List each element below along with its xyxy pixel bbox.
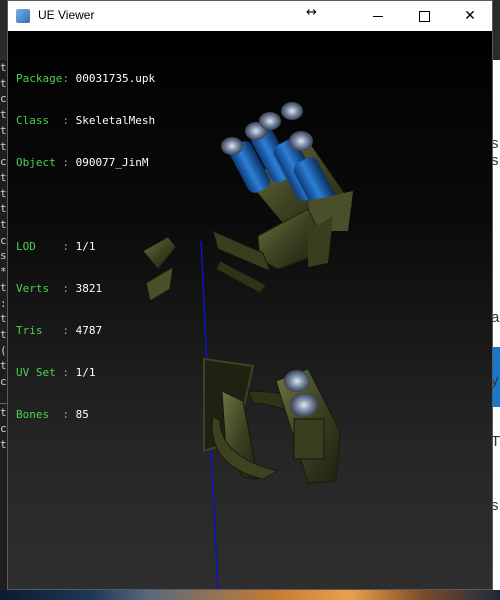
close-button[interactable]: ✕ <box>447 1 493 31</box>
info-row-tris: Tris : 4787 <box>16 324 103 337</box>
title-bar[interactable]: UE Viewer ↔ ✕ <box>8 1 492 31</box>
mesh-info-panel: Package: 00031735.upk Class : SkeletalMe… <box>16 44 155 450</box>
info-row-object: Object : 090077_JinM <box>16 156 149 169</box>
desktop-wallpaper-strip <box>0 590 500 600</box>
resize-cursor-icon: ↔ <box>306 5 317 20</box>
minimize-icon <box>373 15 383 17</box>
strap-pieces-middle <box>142 208 333 302</box>
info-spacer <box>16 198 155 212</box>
info-row-lod: LOD : 1/1 <box>16 240 96 253</box>
ue-viewer-window[interactable]: UE Viewer ↔ ✕ Package: 00031735.upk Clas… <box>7 0 493 590</box>
info-row-bones: Bones : 85 <box>16 408 89 421</box>
3d-viewport[interactable]: Package: 00031735.upk Class : SkeletalMe… <box>8 31 492 589</box>
info-row-uvset: UV Set : 1/1 <box>16 366 96 379</box>
close-icon: ✕ <box>464 8 476 24</box>
app-icon <box>16 9 30 23</box>
minimize-button[interactable] <box>355 1 401 31</box>
maximize-icon <box>418 10 430 22</box>
info-row-package: Package: 00031735.upk <box>16 72 156 85</box>
info-row-verts: Verts : 3821 <box>16 282 103 295</box>
window-title: UE Viewer <box>38 8 95 22</box>
backpack-lower <box>203 357 341 484</box>
maximize-button[interactable] <box>401 1 447 31</box>
info-row-class: Class : SkeletalMesh <box>16 114 156 127</box>
